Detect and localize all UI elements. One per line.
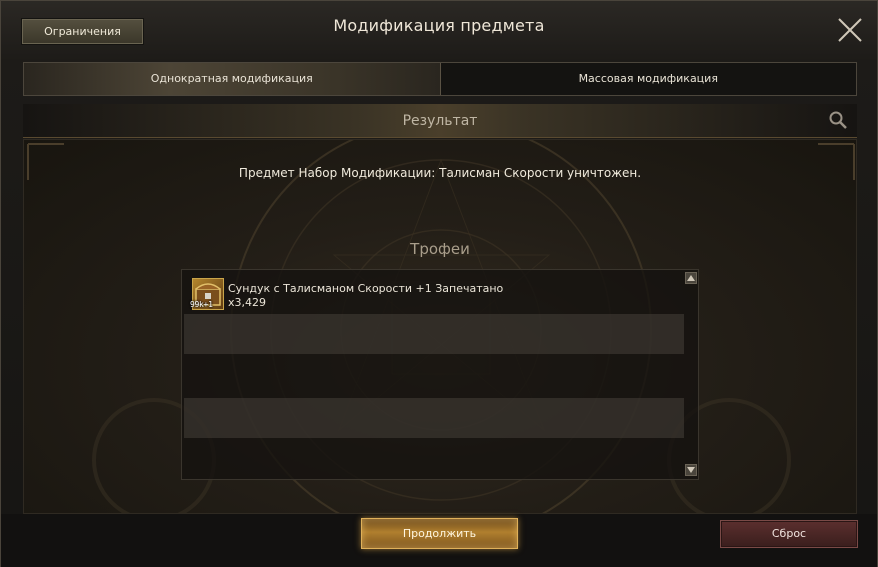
tab-mass-modification[interactable]: Массовая модификация <box>441 63 857 95</box>
scroll-up-button[interactable] <box>685 272 697 284</box>
search-icon[interactable] <box>828 110 848 130</box>
mode-tabs: Однократная модификация Массовая модифик… <box>23 62 857 96</box>
result-panel: Предмет Набор Модификации: Талисман Скор… <box>23 139 857 514</box>
item-quantity: x3,429 <box>228 296 267 309</box>
item-modification-window: Ограничения Модификация предмета Однокра… <box>0 0 878 567</box>
reset-button[interactable]: Сброс <box>720 520 858 548</box>
result-title: Результат <box>402 113 478 129</box>
trophies-list: 99k+1 Сундук с Талисманом Скорости +1 За… <box>181 269 699 480</box>
trophies-title: Трофеи <box>410 240 470 258</box>
item-name: Сундук с Талисманом Скорости +1 Запечата… <box>228 282 504 295</box>
result-header: Результат <box>23 104 857 138</box>
list-item[interactable]: 99k+1 Сундук с Талисманом Скорости +1 За… <box>184 272 684 312</box>
close-icon <box>838 18 862 42</box>
continue-button[interactable]: Продолжить <box>361 518 518 549</box>
scroll-down-button[interactable] <box>685 464 697 476</box>
list-item-empty <box>184 398 684 438</box>
window-title: Модификация предмета <box>333 16 545 35</box>
footer-bar: Продолжить Сброс <box>1 514 877 567</box>
close-button[interactable] <box>835 15 865 45</box>
title-bar: Ограничения Модификация предмета <box>1 1 877 53</box>
list-item-empty <box>184 356 684 396</box>
item-count-badge: 99k+1 <box>190 300 213 309</box>
list-item-empty <box>184 314 684 354</box>
arrow-down-icon <box>687 467 695 473</box>
tab-single-modification[interactable]: Однократная модификация <box>24 63 441 95</box>
arrow-up-icon <box>687 275 695 281</box>
result-message: Предмет Набор Модификации: Талисман Скор… <box>238 166 642 180</box>
